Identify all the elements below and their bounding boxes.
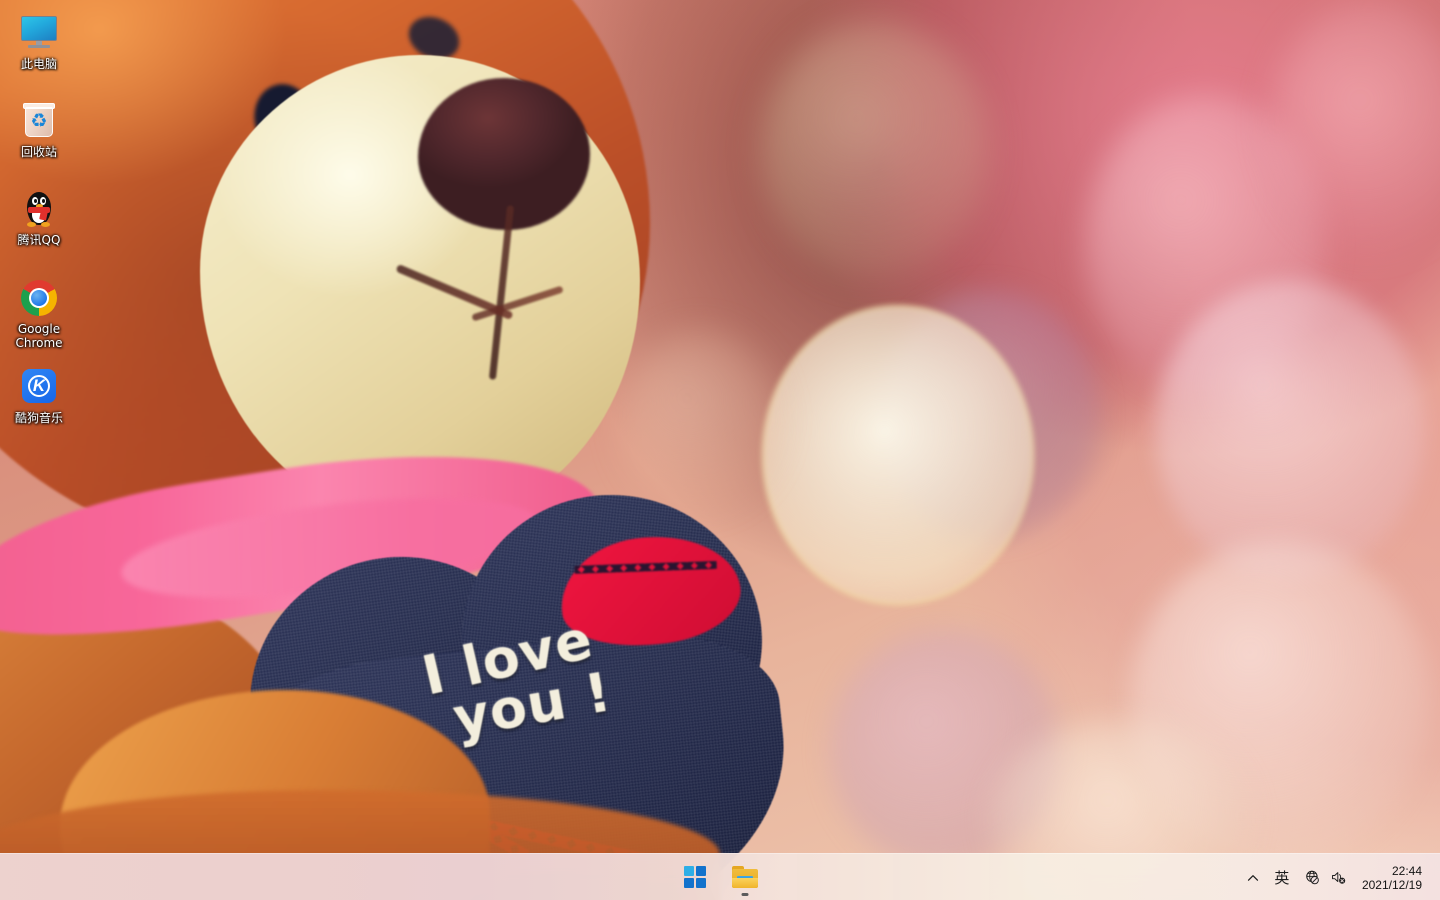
windows-logo-icon: [684, 866, 706, 888]
desktop-icon-kugou-music[interactable]: K 酷狗音乐: [2, 362, 76, 429]
clock-time: 22:44: [1391, 863, 1422, 878]
desktop-icon-label: 回收站: [20, 145, 57, 159]
taskbar-center-group: [675, 854, 765, 900]
desktop-icon-recycle-bin[interactable]: ♻ 回收站: [2, 96, 76, 163]
desktop-wallpaper[interactable]: I love you !: [0, 0, 1440, 900]
desktop-icon-label: Google Chrome: [15, 322, 63, 350]
ime-indicator[interactable]: 英: [1267, 859, 1297, 897]
file-explorer-icon: [732, 866, 758, 888]
monitor-icon: [19, 13, 59, 53]
recycle-bin-icon: ♻: [19, 101, 59, 141]
clock-date: 2021/12/19: [1361, 877, 1422, 892]
desktop-icon-label: 腾讯QQ: [17, 233, 61, 247]
start-button[interactable]: [675, 857, 715, 897]
teddy-bear-nose: [418, 78, 590, 230]
chrome-icon: [19, 278, 59, 318]
bokeh-circle: [1155, 280, 1425, 580]
desktop-icon-tencent-qq[interactable]: 腾讯QQ: [2, 184, 76, 251]
desktop-icon-label: 酷狗音乐: [14, 411, 63, 425]
desktop-icon-google-chrome[interactable]: Google Chrome: [2, 273, 76, 354]
show-hidden-icons-button[interactable]: [1239, 859, 1267, 897]
ime-label: 英: [1274, 869, 1290, 887]
taskbar: 英 22:44 2021/12/19: [0, 853, 1440, 900]
tray-status-icons[interactable]: [1297, 859, 1354, 897]
running-indicator: [741, 893, 749, 896]
kugou-icon: K: [19, 367, 59, 407]
desktop-icon-this-pc[interactable]: 此电脑: [2, 8, 76, 75]
system-tray: 英 22:44 2021/12/19: [1239, 854, 1440, 900]
bokeh-circle: [620, 330, 780, 510]
clock[interactable]: 22:44 2021/12/19: [1354, 859, 1432, 897]
speaker-muted-icon: [1331, 872, 1346, 884]
bokeh-circle: [760, 20, 990, 280]
desktop-icon-label: 此电脑: [20, 57, 57, 71]
taskbar-item-file-explorer[interactable]: [725, 857, 765, 897]
desktop-icon-grid: 此电脑 ♻ 回收站 腾讯QQ Google Chrome K 酷狗音乐: [0, 0, 84, 429]
qq-penguin-icon: [19, 189, 59, 229]
desktop-screen: I love you ! 此电脑 ♻ 回收站 腾讯QQ Google Chrom…: [0, 0, 1440, 900]
globe-no-internet-icon: [1306, 870, 1319, 885]
chevron-up-icon: [1247, 874, 1259, 881]
